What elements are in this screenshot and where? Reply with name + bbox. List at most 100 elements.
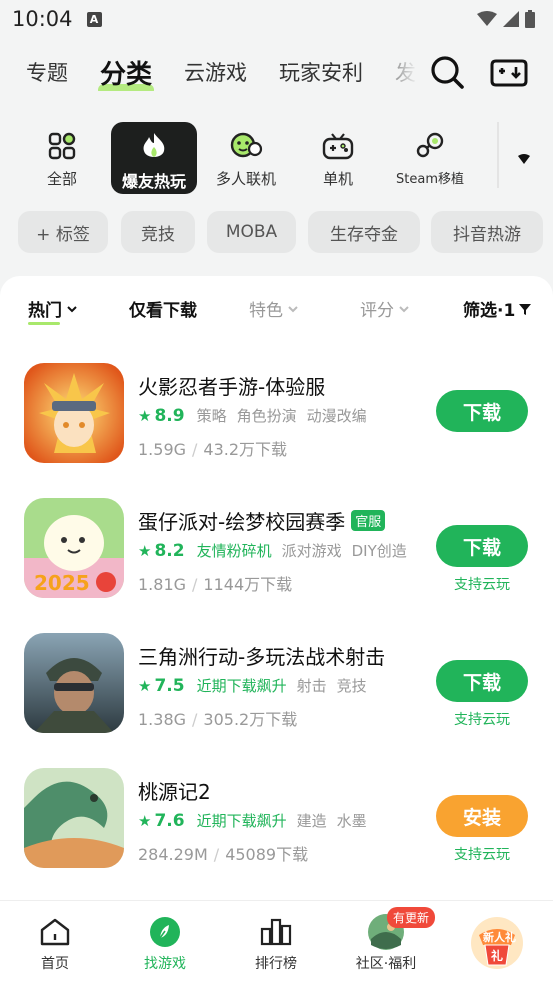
category-multiplayer[interactable]: 多人联机	[206, 122, 286, 194]
game-tag: DIY创造	[351, 542, 407, 560]
filter-button[interactable]: 筛选·1	[463, 296, 532, 321]
game-tag: 竞技	[336, 677, 367, 695]
download-manager-icon[interactable]	[489, 52, 529, 92]
chip-moba[interactable]: MOBA	[207, 211, 296, 253]
download-button[interactable]: 下载	[436, 390, 528, 432]
nav-rankings[interactable]: 排行榜	[231, 901, 321, 984]
game-item[interactable]: 桃源记2 ★ 7.6 近期下载飙升 建造 水墨 284.29M/45089下载 …	[0, 768, 553, 878]
nav-label: 首页	[41, 956, 69, 972]
category-label: 爆友热玩	[121, 172, 186, 191]
separator: /	[192, 710, 198, 729]
separator: /	[192, 575, 198, 594]
game-score: 8.2	[154, 540, 185, 561]
chip-survival[interactable]: 生存夺金	[308, 211, 420, 253]
game-name: 三角洲行动-多玩法战术射击	[138, 641, 385, 670]
svg-text:2025: 2025	[34, 571, 90, 595]
tab-player-recommends[interactable]: 玩家安利	[279, 57, 363, 87]
game-size: 1.59G	[138, 440, 187, 459]
install-button[interactable]: 安装	[436, 795, 528, 837]
nav-home[interactable]: 首页	[10, 901, 100, 984]
chip-douyin[interactable]: 抖音热游	[431, 211, 543, 253]
game-tag: 水墨	[336, 812, 367, 830]
category-divider	[497, 122, 499, 188]
category-hot[interactable]: 爆友热玩	[111, 122, 197, 194]
star-icon: ★	[138, 676, 152, 695]
game-downloads: 43.2万下载	[203, 440, 288, 459]
signal-icon	[503, 11, 519, 27]
star-icon: ★	[138, 811, 152, 830]
chip-competitive[interactable]: 竞技	[121, 211, 195, 253]
sort-bar: 热门 仅看下载 特色 评分 筛选·1	[0, 296, 553, 326]
game-tag: 建造	[296, 812, 327, 830]
game-item[interactable]: 三角洲行动-多玩法战术射击 ★ 7.5 近期下载飙升 射击 竞技 1.38G / 3…	[0, 633, 553, 743]
game-size-downloads: 1.38G / 305.2万下载	[138, 706, 297, 730]
cloud-play-link[interactable]: 支持云玩	[436, 574, 528, 594]
bottom-navigation: 首页 找游戏 排行榜 社区·福利 有更新 新人礼礼	[0, 900, 553, 984]
gift-icon: 新人礼礼	[469, 915, 525, 975]
separator: /	[213, 845, 220, 864]
game-size-downloads: 284.29M / 45089下载	[138, 841, 308, 865]
status-time: 10:04	[12, 7, 73, 31]
nav-find-games[interactable]: 找游戏	[120, 901, 210, 984]
tabs-fade	[370, 44, 430, 100]
game-size-downloads: 1.81G / 1144万下载	[138, 571, 292, 595]
flame-icon	[140, 128, 168, 164]
sort-feature-label: 特色	[249, 301, 283, 321]
more-categories-icon[interactable]	[517, 150, 531, 169]
category-all[interactable]: 全部	[30, 122, 94, 194]
game-name: 桃源记2	[138, 776, 211, 805]
game-size-downloads: 1.59G / 43.2万下载	[138, 436, 287, 460]
active-sort-underline	[28, 322, 60, 325]
download-button[interactable]: 下载	[436, 525, 528, 567]
game-meta: ★ 7.6 近期下载飙升 建造 水墨	[138, 810, 377, 831]
add-tag-chip[interactable]: + 标签	[18, 211, 108, 253]
chevron-down-icon	[288, 305, 298, 312]
category-fade	[470, 122, 510, 194]
game-item[interactable]: 2025 蛋仔派对-绘梦校园赛季 官服 ★ 8.2 友情粉碎机 派对游戏 DIY创…	[0, 498, 553, 608]
tab-cloud-games[interactable]: 云游戏	[184, 57, 247, 87]
game-tag: 派对游戏	[281, 542, 342, 560]
nav-newbie-gift[interactable]: 新人礼礼	[452, 901, 542, 984]
tab-topics[interactable]: 专题	[26, 57, 68, 87]
game-title: 蛋仔派对-绘梦校园赛季	[138, 510, 346, 534]
game-highlight-tag: 近期下载飙升	[196, 677, 287, 695]
game-size: 1.81G	[138, 575, 187, 594]
game-size: 1.38G	[138, 710, 187, 729]
cloud-play-link[interactable]: 支持云玩	[436, 709, 528, 729]
game-icon-delta-force	[24, 633, 124, 733]
category-single[interactable]: 单机	[306, 122, 370, 194]
download-only-toggle[interactable]: 仅看下载	[129, 296, 197, 321]
game-score: 7.6	[154, 810, 185, 831]
game-list-card: 热门 仅看下载 特色 评分 筛选·1 火影忍者手游-体验服 ★ 8.9 策略 角…	[0, 276, 553, 916]
nav-label: 排行榜	[255, 956, 297, 972]
sort-hot[interactable]: 热门	[28, 296, 78, 321]
cloud-play-link[interactable]: 支持云玩	[436, 844, 528, 864]
sort-rating[interactable]: 评分	[360, 296, 410, 321]
notification-a-icon: A	[86, 11, 102, 27]
category-label: 全部	[46, 170, 77, 188]
gamepad-icon	[322, 128, 354, 164]
search-icon[interactable]	[427, 52, 467, 92]
game-item[interactable]: 火影忍者手游-体验服 ★ 8.9 策略 角色扮演 动漫改编 1.59G / 43.2…	[0, 363, 553, 473]
download-button[interactable]: 下载	[436, 660, 528, 702]
tab-categories[interactable]: 分类	[97, 54, 155, 91]
category-row: 全部 爆友热玩 多人联机 单机 Steam移植	[0, 122, 553, 194]
sort-feature[interactable]: 特色	[249, 296, 299, 321]
game-highlight-tag: 友情粉碎机	[196, 542, 272, 560]
wifi-icon	[477, 11, 497, 26]
sort-hot-label: 热门	[28, 301, 62, 321]
game-downloads: 45089下载	[225, 845, 309, 864]
game-size: 284.29M	[138, 845, 208, 864]
svg-text:礼: 礼	[491, 948, 503, 963]
game-downloads: 1144万下载	[203, 575, 293, 594]
game-score: 7.5	[154, 675, 185, 696]
game-meta: ★ 8.2 友情粉碎机 派对游戏 DIY创造	[138, 540, 417, 561]
multiplayer-icon	[229, 128, 263, 164]
status-bar: 10:04 A	[0, 0, 553, 38]
nav-community[interactable]: 社区·福利 有更新	[341, 901, 436, 984]
category-label: Steam移植	[396, 172, 464, 187]
game-tag: 角色扮演	[236, 407, 297, 425]
category-steam[interactable]: Steam移植	[392, 122, 468, 194]
game-tag: 策略	[196, 407, 227, 425]
game-title: 三角洲行动-多玩法战术射击	[138, 645, 386, 669]
